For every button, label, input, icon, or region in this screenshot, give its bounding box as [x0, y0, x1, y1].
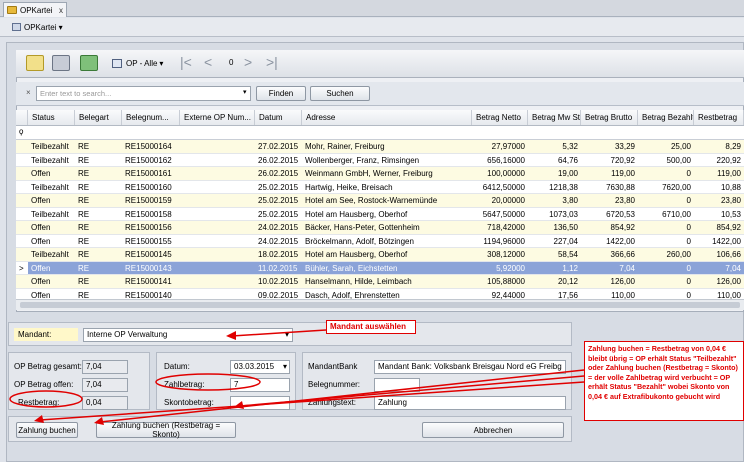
restbetrag-highlight	[9, 390, 83, 408]
payment-arrow-2	[239, 375, 585, 407]
payment-arrow-1	[99, 369, 585, 423]
mandant-annotation: Mandant auswählen	[326, 320, 416, 334]
arrowhead-icon	[226, 331, 236, 340]
arrowhead-icon	[34, 415, 44, 423]
payment-arrow-3	[39, 381, 585, 421]
payment-annotation: Zahlung buchen = Restbetrag von 0,04 € b…	[584, 341, 744, 421]
zahlbetrag-highlight	[155, 373, 261, 391]
mandant-arrow	[231, 329, 327, 337]
arrowhead-icon	[94, 417, 104, 425]
